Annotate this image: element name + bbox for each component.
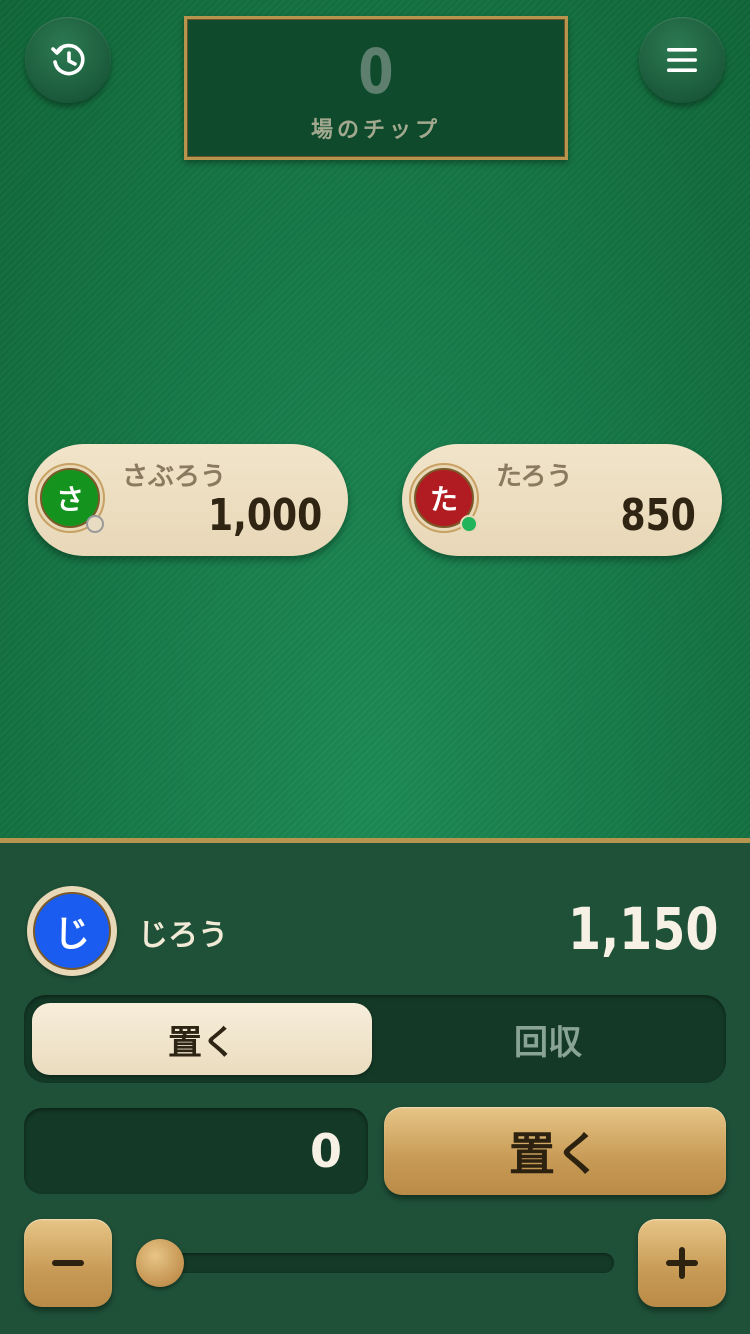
- menu-button[interactable]: [639, 17, 725, 103]
- opponent-name: さぶろう: [122, 462, 227, 492]
- opponent-card-saburo[interactable]: さ さぶろう 1,000: [28, 444, 348, 556]
- plus-icon: [666, 1247, 698, 1279]
- player-avatar: じ: [27, 886, 117, 976]
- player-chip-count: 1,150: [567, 895, 718, 963]
- mode-place-option[interactable]: 置く: [32, 1003, 372, 1075]
- opponent-card-taro[interactable]: た たろう 850: [402, 444, 722, 556]
- bet-slider-thumb[interactable]: [136, 1239, 184, 1287]
- place-chips-button[interactable]: 置く: [384, 1107, 726, 1195]
- minus-icon: [52, 1260, 84, 1266]
- status-indicator: [86, 515, 104, 533]
- bet-slider-track[interactable]: [140, 1253, 614, 1273]
- player-name: じろう: [138, 918, 228, 953]
- status-indicator: [460, 515, 478, 533]
- decrease-button[interactable]: [24, 1219, 112, 1307]
- player-control-panel: じ じろう 1,150 置く 回収 置く: [0, 838, 750, 1334]
- history-icon: [51, 43, 85, 76]
- opponent-chip-count: 1,000: [207, 490, 322, 541]
- pot-label: 場のチップ: [310, 118, 441, 143]
- pot-value: 0: [358, 35, 394, 108]
- hamburger-menu-icon: [667, 48, 697, 72]
- game-screen: 0 場のチップ さ さぶろう 1,000 た たろう 850 じ じろう 1,1…: [0, 0, 750, 1334]
- history-button[interactable]: [25, 17, 111, 103]
- pot-panel: 0 場のチップ: [184, 16, 568, 160]
- mode-toggle: 置く 回収: [24, 995, 726, 1083]
- opponent-chip-count: 850: [620, 490, 696, 541]
- player-avatar-initial: じ: [33, 892, 111, 970]
- bet-amount-input[interactable]: [24, 1108, 368, 1194]
- mode-collect-option[interactable]: 回収: [378, 1003, 718, 1075]
- increase-button[interactable]: [638, 1219, 726, 1307]
- opponent-name: たろう: [496, 462, 573, 492]
